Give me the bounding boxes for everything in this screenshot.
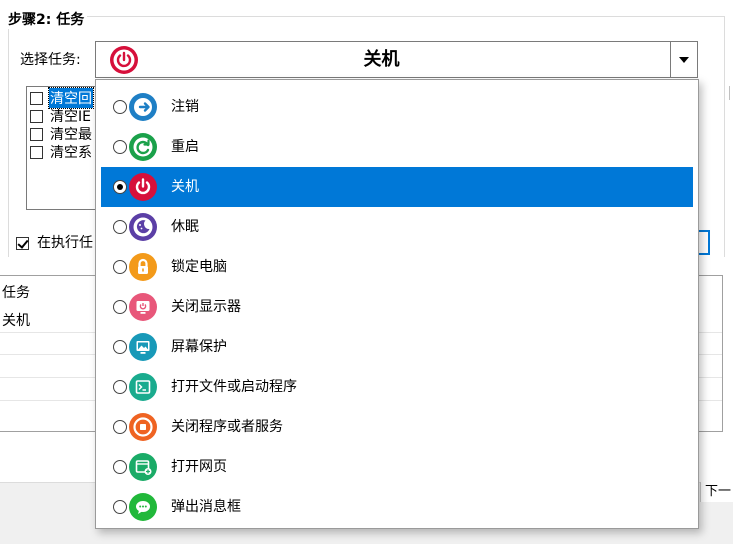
dropdown-item-label: 打开文件或启动程序 xyxy=(171,379,297,395)
task-dropdown-list[interactable]: 注销 重启 关机 休眠 锁定电脑 关闭显示器 屏幕保护 打开文件或启动程序 关闭… xyxy=(95,79,699,529)
dropdown-item-monitor-off[interactable]: 关闭显示器 xyxy=(101,287,693,327)
open-webpage-icon xyxy=(129,453,157,481)
dropdown-item-label: 关机 xyxy=(171,179,199,195)
power-icon xyxy=(129,173,157,201)
checkbox[interactable] xyxy=(30,109,43,123)
radio-button[interactable] xyxy=(113,500,127,514)
dropdown-item-message-box[interactable]: 弹出消息框 xyxy=(101,487,693,527)
dropdown-item-label: 打开网页 xyxy=(171,459,227,475)
radio-button[interactable] xyxy=(113,420,127,434)
scroll-edge xyxy=(729,86,733,100)
dropdown-item-label: 注销 xyxy=(171,99,199,115)
dropdown-item-close-program[interactable]: 关闭程序或者服务 xyxy=(101,407,693,447)
checklist-item[interactable]: 清空IE xyxy=(30,107,92,125)
checklist-item-label: 清空最 xyxy=(50,127,92,143)
task-combobox[interactable]: 关机 xyxy=(95,41,698,78)
dropdown-item-label: 屏幕保护 xyxy=(171,339,227,355)
execute-option[interactable]: 在执行任 xyxy=(16,234,93,252)
dropdown-item-sleep[interactable]: 休眠 xyxy=(101,207,693,247)
checklist-item-label: 清空回 xyxy=(48,87,94,109)
radio-button[interactable] xyxy=(113,220,127,234)
checklist-item[interactable]: 清空回 xyxy=(30,87,94,109)
dropdown-item-label: 关闭程序或者服务 xyxy=(171,419,283,435)
next-button[interactable]: 下一 xyxy=(700,482,733,502)
selected-task-value: 关机 xyxy=(363,49,400,70)
dropdown-item-logout[interactable]: 注销 xyxy=(101,87,693,127)
checkbox[interactable] xyxy=(30,91,43,105)
option-checkbox[interactable] xyxy=(16,236,29,250)
chevron-down-icon[interactable] xyxy=(670,42,697,77)
dropdown-item-label: 锁定电脑 xyxy=(171,259,227,275)
restart-icon xyxy=(129,133,157,161)
dropdown-item-screensaver[interactable]: 屏幕保护 xyxy=(101,327,693,367)
radio-button[interactable] xyxy=(113,300,127,314)
lock-icon xyxy=(129,253,157,281)
radio-button[interactable] xyxy=(113,340,127,354)
task-checklist[interactable]: 清空回 清空IE 清空最 清空系 xyxy=(26,86,102,210)
logout-icon xyxy=(129,93,157,121)
checklist-item-label: 清空系 xyxy=(50,145,92,161)
option-label: 在执行任 xyxy=(37,235,93,251)
message-icon xyxy=(129,493,157,521)
radio-button[interactable] xyxy=(113,460,127,474)
group-title: 步骤2: 任务 xyxy=(5,11,88,29)
checkbox[interactable] xyxy=(30,145,43,159)
dropdown-item-label: 弹出消息框 xyxy=(171,499,241,515)
checklist-item[interactable]: 清空最 xyxy=(30,125,93,143)
checklist-item-label: 清空IE xyxy=(50,109,91,125)
dropdown-item-open-webpage[interactable]: 打开网页 xyxy=(101,447,693,487)
radio-button[interactable] xyxy=(113,380,127,394)
dropdown-item-open-program[interactable]: 打开文件或启动程序 xyxy=(101,367,693,407)
dropdown-item-restart[interactable]: 重启 xyxy=(101,127,693,167)
terminal-icon xyxy=(129,373,157,401)
screensaver-icon xyxy=(129,333,157,361)
dropdown-item-label: 休眠 xyxy=(171,219,199,235)
checklist-item[interactable]: 清空系 xyxy=(30,143,93,161)
task-select-label: 选择任务: xyxy=(20,52,81,68)
radio-button[interactable] xyxy=(113,140,127,154)
radio-button[interactable] xyxy=(113,100,127,114)
dropdown-item-lock[interactable]: 锁定电脑 xyxy=(101,247,693,287)
dropdown-item-label: 重启 xyxy=(171,139,199,155)
monitor-off-icon xyxy=(129,293,157,321)
stop-icon xyxy=(129,413,157,441)
sleep-icon xyxy=(129,213,157,241)
radio-button[interactable] xyxy=(113,180,127,194)
dropdown-item-label: 关闭显示器 xyxy=(171,299,241,315)
dropdown-item-shutdown[interactable]: 关机 xyxy=(101,167,693,207)
radio-button[interactable] xyxy=(113,260,127,274)
checkbox[interactable] xyxy=(30,127,43,141)
